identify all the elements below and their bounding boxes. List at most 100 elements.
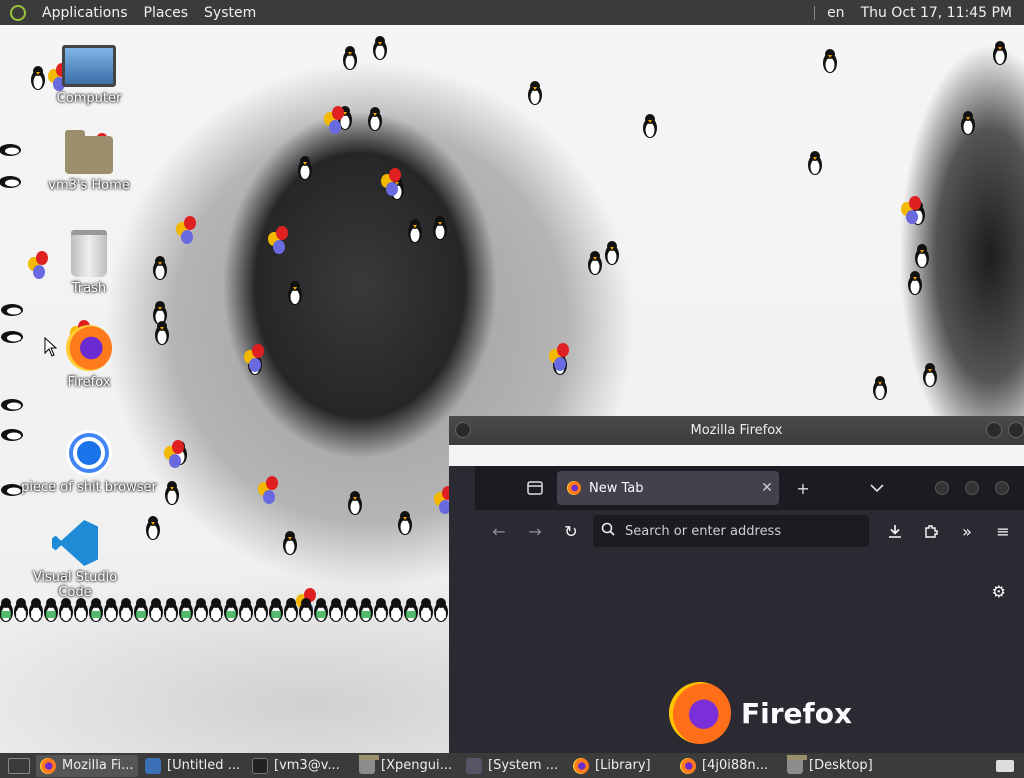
taskbar-item-system[interactable]: [System ... [462,755,566,777]
desktop-icon-chrome[interactable]: piece of shit browser [20,430,158,495]
penguin-sprite [0,144,21,156]
taskbar-item-desktop[interactable]: [Desktop] [783,754,883,777]
penguin-sprite [194,598,208,622]
firefox-view-button[interactable] [517,473,553,503]
tab-bar: New Tab ✕ + [475,466,1024,510]
penguin-sprite [153,301,167,325]
back-button[interactable]: ← [481,516,517,546]
desktop-icon-label: Visual Studio Code [32,570,118,600]
penguin-sprite [283,531,297,555]
penguin-sprite [314,598,328,622]
workspace-switcher-icon[interactable] [996,759,1014,772]
menu-places[interactable]: Places [136,5,197,21]
panel-clock[interactable]: Thu Oct 17, 11:45 PM [861,5,1012,21]
window-desktop-strip [449,445,1024,466]
desktop-icon-computer[interactable]: Computer [34,45,144,106]
arrow-right-icon: → [528,521,542,541]
tab-new-tab[interactable]: New Tab ✕ [557,471,779,505]
window-control-dot[interactable] [935,481,949,495]
overflow-menu-button[interactable]: » [949,516,985,546]
penguin-sprite [961,111,975,135]
new-tab-button[interactable]: + [785,473,821,503]
penguin-sprite [149,598,163,622]
firefox-logo-icon [669,682,731,744]
desktop-icon-trash[interactable]: Trash [34,230,144,296]
distro-logo-icon[interactable] [10,4,26,21]
desktop-icon-home[interactable]: vm3's Home [34,130,144,193]
plus-icon: + [796,478,810,498]
penguin-sprite [29,598,43,622]
bottom-taskbar: Mozilla Fi... [Untitled ... [vm3@v... [X… [0,753,1024,778]
firefox-browser: New Tab ✕ + ← → ↻ Search or enter addres… [475,466,1024,753]
firefox-window: Mozilla Firefox New Tab ✕ + ← → ↻ Search… [449,416,1024,753]
penguin-sprite [374,598,388,622]
taskbar-item-library[interactable]: [Library] [569,755,673,777]
computer-icon [62,45,116,87]
penguin-sprite [434,598,448,622]
downloads-button[interactable] [877,516,913,546]
penguin-sprite [239,598,253,622]
mouse-pointer-icon [44,337,58,357]
penguin-sprite [1,304,23,316]
gear-icon[interactable]: ⚙ [992,582,1006,601]
window-menu-button[interactable] [455,422,471,438]
taskbar-item-4j0i88n[interactable]: [4j0i88n... [676,755,780,777]
penguin-sprite [368,107,382,131]
penguin-sprite [14,598,28,622]
window-control-dot[interactable] [995,481,1009,495]
penguin-sprite [348,491,362,515]
desktop-icon-vscode[interactable]: Visual Studio Code [16,520,134,600]
taskbar-item-label: [Library] [595,758,651,773]
penguin-sprite [329,598,343,622]
firefox-wordmark: Firefox [741,696,853,730]
taskbar-item-firefox[interactable]: Mozilla Fi... [36,754,138,777]
taskbar-item-terminal[interactable]: [vm3@v... [248,755,352,777]
window-titlebar[interactable]: Mozilla Firefox [449,416,1024,445]
home-folder-icon [65,130,113,174]
penguin-sprite [359,598,373,622]
taskbar-item-untitled[interactable]: [Untitled ... [141,755,245,777]
taskbar-item-label: [System ... [488,758,559,773]
keyboard-layout-indicator[interactable]: en [827,5,845,21]
address-input[interactable] [623,522,869,540]
extensions-button[interactable] [913,516,949,546]
minimize-button[interactable] [986,422,1002,438]
penguin-sprite [165,481,179,505]
penguin-sprite [44,598,58,622]
taskbar-item-label: [4j0i88n... [702,758,769,773]
penguin-sprite [1,399,23,411]
taskbar-item-label: Mozilla Fi... [62,758,134,773]
forward-button[interactable]: → [517,516,553,546]
penguin-sprite [873,376,887,400]
penguin-sprite [254,598,268,622]
balloon-sprite [268,226,288,254]
app-menu-button[interactable]: ≡ [985,516,1021,546]
firefox-favicon-icon [567,481,581,495]
list-all-tabs-button[interactable] [859,473,895,503]
trash-icon [71,230,107,277]
menu-applications[interactable]: Applications [34,5,136,21]
menu-system[interactable]: System [196,5,264,21]
url-bar[interactable] [593,515,869,547]
penguin-sprite [373,36,387,60]
penguin-sprite [344,598,358,622]
penguin-sprite [823,49,837,73]
penguin-sprite [389,598,403,622]
penguin-sprite [923,363,937,387]
reload-icon: ↻ [564,521,578,541]
tab-label: New Tab [589,480,644,496]
maximize-button[interactable] [1008,422,1024,438]
reload-button[interactable]: ↻ [553,516,589,546]
penguin-sprite [915,244,929,268]
taskbar-item-xpenguins[interactable]: [Xpengui... [355,754,459,777]
penguin-sprite [398,511,412,535]
desktop-icon-label: vm3's Home [48,178,130,193]
tab-close-icon[interactable]: ✕ [755,480,779,496]
show-desktop-icon[interactable] [8,757,30,774]
penguin-sprite [588,251,602,275]
penguin-sprite [74,598,88,622]
taskbar-item-label: [Untitled ... [167,758,241,773]
penguin-sprite [89,598,103,622]
desktop-icon-firefox[interactable]: Firefox [34,325,144,390]
window-control-dot[interactable] [965,481,979,495]
